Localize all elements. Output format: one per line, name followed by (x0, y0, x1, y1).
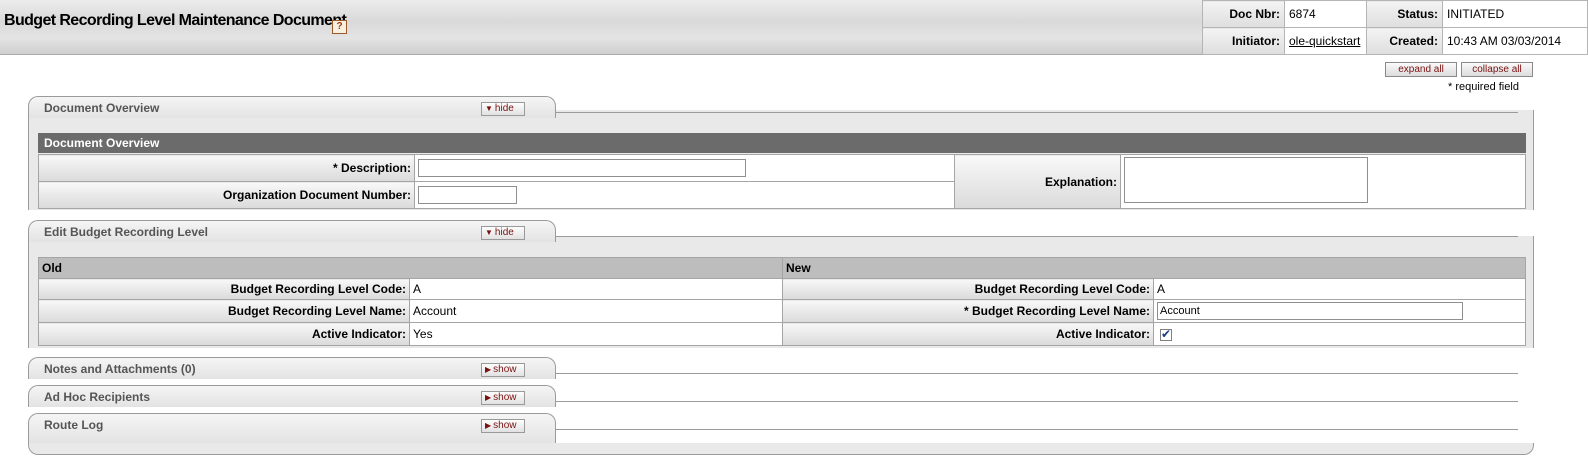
org-doc-number-input[interactable] (418, 186, 517, 204)
created-value: 10:43 AM 03/03/2014 (1442, 27, 1588, 55)
hide-button-label: hide (494, 103, 514, 114)
triangle-down-icon: ▼ (485, 104, 493, 113)
org-doc-number-cell (414, 181, 955, 209)
initiator-label: Initiator: (1202, 27, 1285, 55)
required-field-note: * required field (1448, 81, 1519, 93)
tab-divider (556, 401, 1518, 402)
tab-ad-hoc-recipients[interactable]: Ad Hoc Recipients ▶ show (28, 385, 556, 407)
help-icon[interactable]: ? (332, 20, 347, 34)
old-name-label: Budget Recording Level Name: (38, 299, 410, 323)
tab-label: Notes and Attachments (0) (44, 362, 196, 376)
doc-nbr-label: Doc Nbr: (1202, 0, 1285, 28)
tab-label: Route Log (44, 418, 104, 432)
description-cell (414, 154, 955, 182)
status-label: Status: (1366, 0, 1443, 28)
hide-button[interactable]: ▼ hide (481, 226, 525, 240)
tab-edit-budget-recording-level: Edit Budget Recording Level ▼ hide (28, 220, 556, 242)
document-header: Budget Recording Level Maintenance Docum… (0, 0, 1588, 55)
show-button[interactable]: ▶ show (481, 363, 525, 377)
initiator-link[interactable]: ole-quickstart (1289, 34, 1360, 48)
show-button[interactable]: ▶ show (481, 419, 525, 433)
hide-button[interactable]: ▼ hide (481, 102, 525, 116)
explanation-label: Explanation: (954, 154, 1121, 209)
org-doc-number-label: Organization Document Number: (38, 181, 415, 209)
triangle-right-icon: ▶ (485, 421, 492, 430)
active-indicator-checkbox[interactable] (1160, 327, 1172, 341)
show-button-label: show (493, 364, 517, 375)
tab-notes-and-attachments[interactable]: Notes and Attachments (0) ▶ show (28, 357, 556, 379)
tab-route-log[interactable]: Route Log ▶ show (28, 413, 556, 443)
collapse-all-button[interactable]: collapse all (1461, 62, 1533, 77)
edit-table: Old New Budget Recording Level Code: A B… (38, 257, 1526, 346)
old-code-label: Budget Recording Level Code: (38, 278, 410, 300)
old-active-value: Yes (409, 322, 783, 346)
tab-label: Document Overview (44, 101, 160, 115)
tab-divider (556, 112, 1518, 113)
tab-divider (556, 429, 1518, 430)
document-info-table: Doc Nbr: 6874 Status: INITIATED Initiato… (1202, 0, 1588, 55)
new-name-label: * Budget Recording Level Name: (782, 299, 1154, 323)
doc-nbr-value: 6874 (1284, 0, 1367, 28)
explanation-textarea[interactable] (1124, 157, 1368, 203)
tab-label: Edit Budget Recording Level (44, 225, 209, 239)
old-code-value: A (409, 278, 783, 300)
explanation-cell (1120, 154, 1526, 209)
page-title: Budget Recording Level Maintenance Docum… (4, 12, 347, 29)
hide-button-label: hide (494, 227, 514, 238)
tab-divider (556, 373, 1518, 374)
old-name-value: Account (409, 299, 783, 323)
new-code-value: A (1153, 278, 1526, 300)
new-name-cell (1153, 299, 1526, 323)
triangle-right-icon: ▶ (485, 365, 492, 374)
new-code-label: Budget Recording Level Code: (782, 278, 1154, 300)
show-button-label: show (493, 420, 517, 431)
tabs-bottom-border (28, 443, 1534, 455)
created-label: Created: (1366, 27, 1443, 55)
new-column-header: New (782, 257, 1526, 279)
triangle-right-icon: ▶ (485, 393, 492, 402)
status-value: INITIATED (1442, 0, 1588, 28)
description-input[interactable] (418, 159, 746, 177)
old-active-label: Active Indicator: (38, 322, 410, 346)
new-active-cell (1153, 322, 1526, 346)
triangle-down-icon: ▼ (485, 228, 493, 237)
expand-all-button[interactable]: expand all (1385, 62, 1457, 77)
new-active-label: Active Indicator: (782, 322, 1154, 346)
show-button[interactable]: ▶ show (481, 391, 525, 405)
tab-label: Ad Hoc Recipients (44, 390, 151, 404)
overview-section-header: Document Overview (38, 133, 1526, 153)
tab-document-overview: Document Overview ▼ hide (28, 96, 556, 118)
new-name-input[interactable] (1157, 302, 1463, 320)
overview-table: * Description: Explanation: Organization… (38, 154, 1526, 209)
description-label: * Description: (38, 154, 415, 182)
old-column-header: Old (38, 257, 783, 279)
initiator-cell: ole-quickstart (1284, 27, 1367, 55)
show-button-label: show (493, 392, 517, 403)
tab-divider (556, 236, 1518, 237)
